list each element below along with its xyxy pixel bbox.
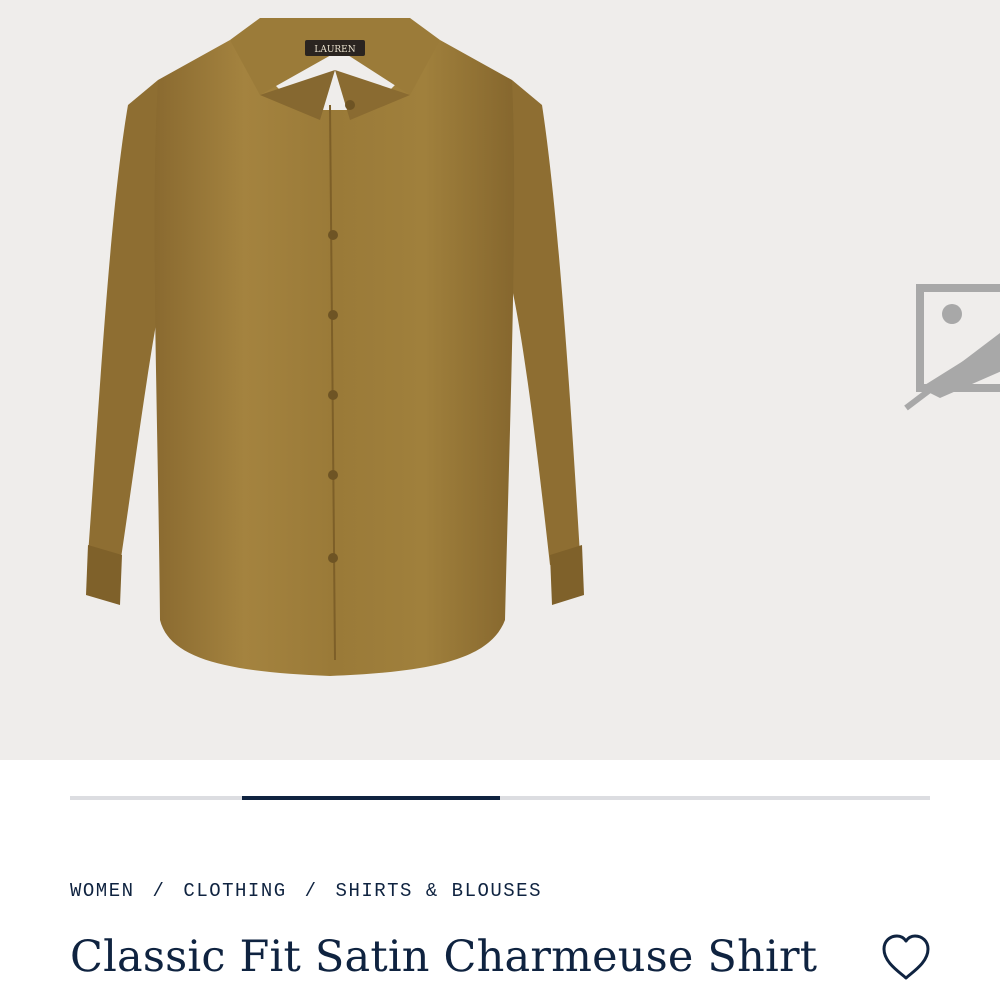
breadcrumb-women[interactable]: WOMEN: [70, 880, 135, 902]
breadcrumb-separator: /: [152, 880, 166, 902]
product-title: Classic Fit Satin Charmeuse Shirt: [70, 932, 818, 982]
product-image[interactable]: LAUREN: [80, 10, 590, 680]
breadcrumb-separator: /: [304, 880, 318, 902]
image-placeholder-icon[interactable]: [900, 278, 1000, 418]
heart-icon: [882, 934, 930, 980]
product-image-gallery[interactable]: LAUREN: [0, 0, 1000, 760]
gallery-progress-indicator: [242, 796, 500, 800]
brand-label: LAUREN: [314, 45, 355, 55]
breadcrumb-shirts-blouses[interactable]: SHIRTS & BLOUSES: [336, 880, 542, 902]
gallery-progress-track[interactable]: [70, 796, 930, 800]
breadcrumb: WOMEN / CLOTHING / SHIRTS & BLOUSES: [70, 880, 542, 902]
wishlist-button[interactable]: [876, 930, 936, 986]
breadcrumb-clothing[interactable]: CLOTHING: [183, 880, 286, 902]
